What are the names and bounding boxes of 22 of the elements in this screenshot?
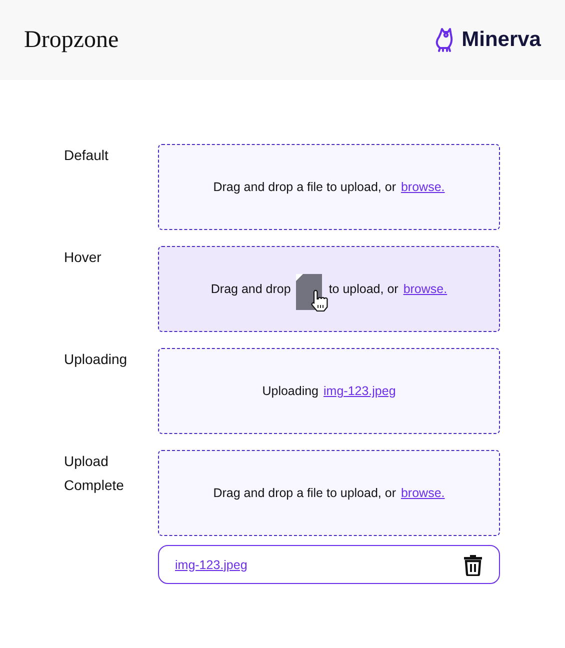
page-title: Dropzone [24, 26, 119, 54]
state-label: Uploading [64, 350, 128, 369]
state-label: Upload Complete [64, 452, 125, 495]
browse-link[interactable]: browse. [403, 282, 448, 296]
browse-link[interactable]: browse. [400, 180, 445, 194]
drop-zone[interactable]: Drag and drop to upload, or browse. [158, 246, 500, 332]
drop-instruction: Drag and drop a file to upload, or [213, 486, 396, 500]
upload-status: Uploading [262, 384, 319, 398]
drop-instruction: Drag and drop a file to upload, or [213, 180, 396, 194]
drop-zone[interactable]: Drag and drop a file to upload, or browse. [158, 144, 500, 230]
file-link[interactable]: img-123.jpeg [324, 384, 396, 398]
drop-instruction: to upload, or [328, 282, 398, 296]
file-link[interactable]: img-123.jpeg [175, 558, 248, 572]
dragged-file-icon [296, 274, 328, 312]
brand-name: Minerva [462, 28, 541, 52]
state-label: Default [64, 146, 110, 165]
trash-icon[interactable] [463, 554, 483, 576]
drop-instruction: Drag and drop [210, 282, 291, 296]
browse-link[interactable]: browse. [400, 486, 445, 500]
drop-zone[interactable]: Uploading img-123.jpeg [158, 348, 500, 434]
state-label: Hover [64, 248, 102, 267]
drop-zone[interactable]: Drag and drop a file to upload, or browse. [158, 450, 500, 536]
